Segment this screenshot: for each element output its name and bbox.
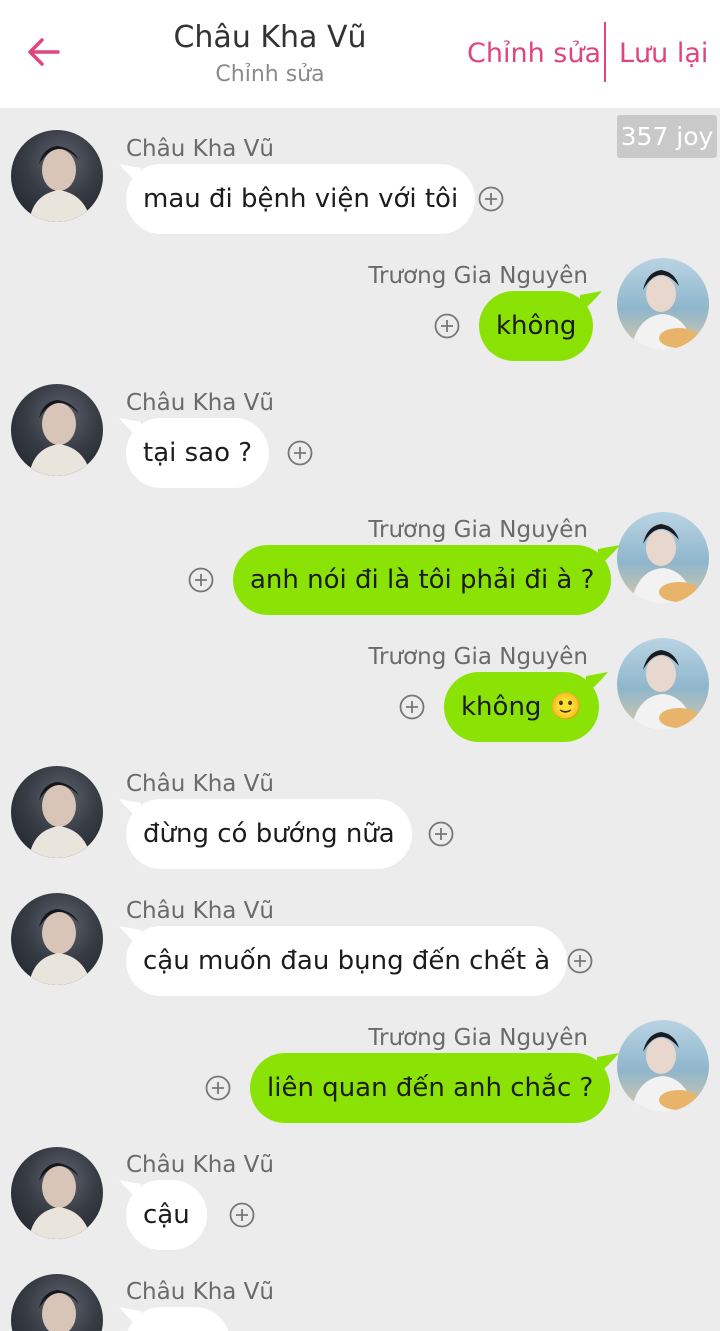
sender-name: Châu Kha Vũ bbox=[126, 1152, 274, 1178]
message-bubble[interactable]: tại sao ? bbox=[119, 418, 270, 488]
add-reaction-icon[interactable] bbox=[205, 1075, 231, 1101]
message-text: tại sao ? bbox=[143, 438, 253, 468]
header-bar: Châu Kha Vũ Chỉnh sửa Chỉnh sửa Lưu lại bbox=[0, 0, 720, 108]
message-bubble[interactable]: liên quan đến anh chắc ? bbox=[250, 1053, 620, 1123]
header-divider bbox=[604, 22, 606, 82]
message-text: đừng có bướng nữa bbox=[143, 819, 395, 849]
avatar-chau-kha-vu[interactable] bbox=[11, 1147, 103, 1239]
avatar-chau-kha-vu[interactable] bbox=[11, 766, 103, 858]
sender-name: Châu Kha Vũ bbox=[126, 390, 274, 416]
message-text: liên quan đến anh chắc ? bbox=[267, 1073, 594, 1103]
message-text: cậu muốn đau bụng đến chết à bbox=[143, 946, 551, 976]
message-bubble[interactable]: mau đi bệnh viện với tôi bbox=[119, 164, 476, 234]
sender-name: Trương Gia Nguyên bbox=[368, 1025, 588, 1051]
avatar-chau-kha-vu[interactable] bbox=[11, 384, 103, 476]
sender-name: Châu Kha Vũ bbox=[126, 898, 274, 924]
message-text: mau đi bệnh viện với tôi bbox=[143, 184, 459, 214]
add-reaction-icon[interactable] bbox=[188, 567, 214, 593]
add-reaction-icon[interactable] bbox=[229, 1202, 255, 1228]
message-bubble[interactable]: đừng có bướng nữa bbox=[119, 799, 412, 869]
message-text: cậu bbox=[143, 1200, 190, 1230]
message-text: anh nói đi là tôi phải đi à ? bbox=[250, 565, 595, 595]
save-button[interactable]: Lưu lại bbox=[619, 38, 708, 69]
sender-name: Châu Kha Vũ bbox=[126, 136, 274, 162]
avatar-chau-kha-vu[interactable] bbox=[11, 1274, 103, 1331]
message-bubble[interactable] bbox=[119, 1307, 230, 1331]
message-bubble[interactable]: cậu muốn đau bụng đến chết à bbox=[119, 926, 568, 996]
sender-name: Châu Kha Vũ bbox=[126, 771, 274, 797]
avatar-truong-gia-nguyen[interactable] bbox=[617, 512, 709, 604]
message-bubble[interactable]: không bbox=[479, 291, 603, 361]
message-bubble[interactable]: cậu bbox=[119, 1180, 207, 1250]
add-reaction-icon[interactable] bbox=[287, 440, 313, 466]
message-bubble[interactable]: anh nói đi là tôi phải đi à ? bbox=[233, 545, 621, 615]
edit-button[interactable]: Chỉnh sửa bbox=[467, 38, 601, 69]
sender-name: Trương Gia Nguyên bbox=[368, 263, 588, 289]
sender-name: Châu Kha Vũ bbox=[126, 1279, 274, 1305]
avatar-truong-gia-nguyen[interactable] bbox=[617, 1020, 709, 1112]
avatar-truong-gia-nguyen[interactable] bbox=[617, 638, 709, 730]
joy-counter-badge: 357 joy bbox=[617, 115, 717, 158]
message-text: không bbox=[496, 311, 577, 341]
sender-name: Trương Gia Nguyên bbox=[368, 517, 588, 543]
page-subtitle: Chỉnh sửa bbox=[215, 62, 325, 87]
message-bubble[interactable]: không 🙂 bbox=[444, 672, 609, 742]
avatar-chau-kha-vu[interactable] bbox=[11, 893, 103, 985]
avatar-chau-kha-vu[interactable] bbox=[11, 130, 103, 222]
add-reaction-icon[interactable] bbox=[567, 948, 593, 974]
avatar-truong-gia-nguyen[interactable] bbox=[617, 258, 709, 350]
add-reaction-icon[interactable] bbox=[478, 186, 504, 212]
sender-name: Trương Gia Nguyên bbox=[368, 644, 588, 670]
back-arrow-icon[interactable] bbox=[22, 30, 66, 74]
add-reaction-icon[interactable] bbox=[399, 694, 425, 720]
message-text: không 🙂 bbox=[461, 692, 583, 722]
add-reaction-icon[interactable] bbox=[434, 313, 460, 339]
page-title: Châu Kha Vũ bbox=[173, 20, 367, 55]
add-reaction-icon[interactable] bbox=[428, 821, 454, 847]
